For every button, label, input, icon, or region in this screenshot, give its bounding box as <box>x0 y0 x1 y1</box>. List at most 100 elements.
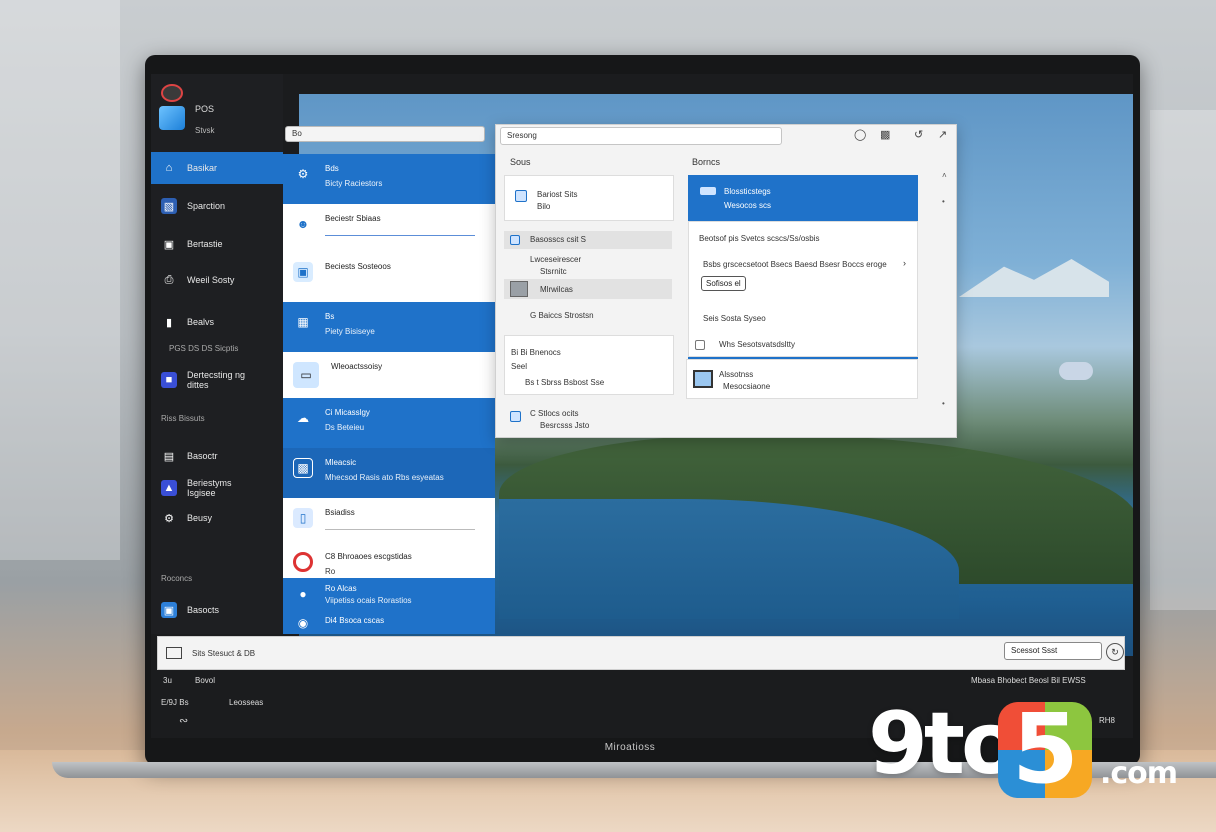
sidebar-item-store[interactable]: ▣ Basocts <box>151 594 283 626</box>
sidebar-item-documents[interactable]: ▧ Sparction <box>151 190 283 222</box>
sidebar-item-security[interactable]: ▲ Beriestyms Isgisee <box>151 472 283 504</box>
list-item[interactable]: ▩ Mleacsic Mhecsod Rasis ato Rbs esyeatas <box>283 448 495 498</box>
right-row: Beotsof pis Svetcs scscs/Ss/osbis <box>699 234 820 243</box>
taskbar-item[interactable]: Bovol <box>195 676 215 685</box>
window-icon <box>515 190 527 202</box>
left-row-title: Mlrwilcas <box>540 285 573 294</box>
device-icon: ▣ <box>163 238 175 251</box>
status-text: Sits Stesuct & DB <box>192 649 256 658</box>
left-row-title: Bi Bi Bnenocs <box>511 348 561 357</box>
left-row-sub: Bilo <box>537 202 551 211</box>
settings-icon: ⚙ <box>164 512 174 525</box>
left-row-sub: Seel <box>511 362 528 371</box>
left-pane-title: Sous <box>510 157 531 167</box>
mountain-shape <box>959 259 1109 297</box>
dock-icon <box>1059 362 1093 380</box>
left-row-title: G Baiccs Strostsn <box>530 311 594 320</box>
sidebar-item-printers[interactable]: ⎙ Weeil Sosty <box>151 264 283 296</box>
sidebar-item-folder[interactable]: ▤ Basoctr <box>151 440 283 472</box>
app-sidebar: POS Stvsk ⌂ Basikar ▧ Sparction ▣ Bertas… <box>151 74 283 634</box>
image-icon <box>693 370 713 388</box>
sidebar-note: Riss Bissuts <box>161 414 205 423</box>
sidebar-item-devices[interactable]: ▣ Bertastie <box>151 228 283 260</box>
list-item[interactable]: ▭ Wleoactssoisy <box>283 352 495 398</box>
globe-icon: ◉ <box>297 616 309 630</box>
lock-icon[interactable]: ▩ <box>880 128 890 141</box>
left-row-title: Lwceseirescer <box>530 255 582 264</box>
list-item[interactable]: ☁ Ci Micasslgy Ds Beteieu <box>283 398 495 448</box>
selected-item-sub: Wesocos scs <box>724 201 771 210</box>
store-icon: ▣ <box>161 602 177 618</box>
swirl-icon: ∾ <box>179 715 189 727</box>
window-icon <box>700 187 716 195</box>
cloud-icon: ☁ <box>297 411 309 425</box>
list-item[interactable]: ⚙ Bds Bicty Raciestors <box>283 154 495 204</box>
window-search-input[interactable]: Sresong <box>500 127 782 145</box>
footer-sub: Mesocsiaone <box>723 382 771 391</box>
footer-title: Alssotnss <box>719 370 754 379</box>
chart-icon: ▮ <box>165 316 173 329</box>
window-icon <box>510 411 521 422</box>
sidebar-item-label: Basocts <box>187 605 220 615</box>
right-footer-card[interactable]: Alssotnss Mesocsiaone <box>686 359 918 399</box>
left-pane-card: Bariost Sits Bilo <box>504 175 674 221</box>
dot-icon: • <box>942 399 945 408</box>
phone-icon: ▯ <box>293 508 313 528</box>
item-divider <box>325 235 475 236</box>
expand-icon[interactable]: ↗ <box>938 128 947 141</box>
right-pane-card: Beotsof pis Svetcs scscs/Ss/osbis Bsbs g… <box>688 221 918 357</box>
option-checkbox[interactable] <box>695 340 705 350</box>
status-bar: Sits Stesuct & DB Scessot Ssst ↻ <box>157 636 1125 670</box>
status-search-button[interactable]: Scessot Ssst <box>1004 642 1102 660</box>
watermark-digit: 5 <box>1012 702 1079 798</box>
scroll-up-icon[interactable]: ˄ <box>942 171 947 180</box>
back-icon[interactable]: ↺ <box>914 128 923 141</box>
left-row-title: Bariost Sits <box>537 190 578 199</box>
tablet-icon: ▭ <box>293 362 319 388</box>
background-window-right <box>1150 110 1216 610</box>
taskbar-item[interactable]: Leosseas <box>229 698 263 707</box>
sidebar-item-home[interactable]: ⌂ Basikar <box>151 152 283 184</box>
background-window-left <box>0 0 120 560</box>
sidebar-item-settings[interactable]: ⚙ Beusy <box>151 502 283 534</box>
app-title: POS <box>195 104 215 114</box>
app-icon: ▣ <box>293 262 313 282</box>
taskbar-item[interactable]: E/9J Bs <box>161 698 189 707</box>
list-item[interactable]: ▯ Bsiadiss <box>283 498 495 542</box>
chevron-right-icon: › <box>903 258 906 268</box>
sidebar-item-label: Basoctr <box>187 451 218 461</box>
right-row: Bsbs grscecsetoot Bsecs Baesd Bsesr Bocc… <box>703 260 887 269</box>
grid-icon: ▦ <box>297 315 309 329</box>
panel-icon <box>166 647 182 659</box>
right-selected-item[interactable] <box>688 175 918 221</box>
right-option: Seis Sosta Syseo <box>703 314 766 323</box>
display-icon: ▩ <box>293 458 313 478</box>
window-icon <box>510 235 520 245</box>
list-item[interactable]: ☻ Beciestr Sbiaas <box>283 204 495 252</box>
taskbar-tray: RH8 <box>1099 716 1116 725</box>
sidebar-item-charts[interactable]: ▮ Bealvs <box>151 306 283 338</box>
list-item[interactable]: ▣ Beciests Sosteoos <box>283 252 495 302</box>
watermark-five-badge: 5 <box>998 702 1092 798</box>
sidebar-item-label: Weeil Sosty <box>187 275 235 285</box>
checkbox-label: Whs Sesotsvatsdsltty <box>719 340 796 349</box>
sidebar-item-label: Basikar <box>187 163 218 173</box>
left-row-highlight[interactable] <box>504 279 672 299</box>
left-pane-card: Bi Bi Bnenocs Seel Bs t Sbrss Bsbost Sse <box>504 335 674 395</box>
taskbar-item[interactable]: 3u <box>163 676 172 685</box>
left-row-sub: Stsrnitc <box>540 267 567 276</box>
help-icon[interactable]: ↻ <box>1106 643 1124 661</box>
chrome-icon <box>293 552 313 572</box>
app-logo <box>159 84 187 136</box>
shield-icon: ▲ <box>161 480 177 496</box>
help-icon[interactable]: ◯ <box>854 128 866 141</box>
watermark-domain: .com <box>1100 756 1178 791</box>
sidebar-item-apps[interactable]: ■ Dertecsting ng dittes <box>151 364 283 396</box>
user-icon: ☻ <box>296 217 310 231</box>
list-item[interactable]: ◉ Di4 Bsoca cscas <box>283 614 495 634</box>
list-item[interactable]: ● Ro Alcas Viipetiss ocais Rorastios <box>283 578 495 614</box>
laptop-screen: POS Stvsk ⌂ Basikar ▧ Sparction ▣ Bertas… <box>151 74 1133 738</box>
list-item[interactable]: C8 Bhroaoes escgstidas Ro <box>283 542 495 578</box>
right-pane-button[interactable]: Sofisos el <box>701 276 746 291</box>
list-item[interactable]: ▦ Bs Piety Bisiseye <box>283 302 495 352</box>
